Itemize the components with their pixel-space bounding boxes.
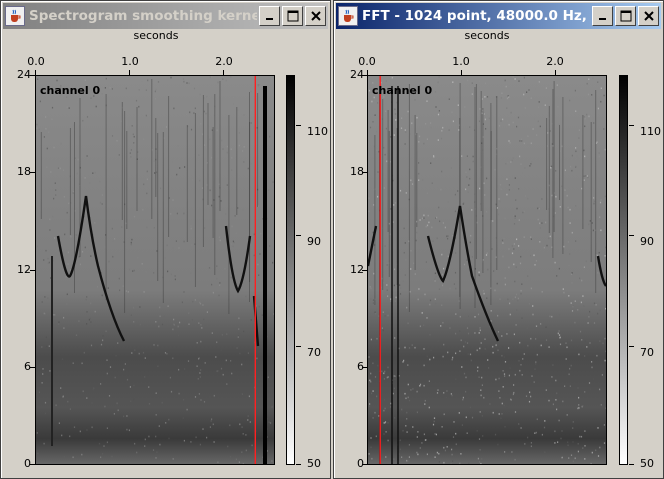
minimize-button[interactable] (259, 6, 280, 26)
java-cup-icon[interactable] (5, 6, 25, 26)
y-tick-mark (362, 367, 367, 368)
close-icon (310, 11, 321, 21)
y-tick-mark (30, 75, 35, 76)
close-button[interactable] (305, 6, 326, 26)
colorbar (619, 75, 628, 465)
x-tick-mark (35, 70, 36, 75)
title-bar[interactable]: FFT - 1024 point, 48000.0 Hz, ... (336, 3, 661, 29)
x-tick-label: 2.0 (546, 55, 564, 68)
x-tick-label: 1.0 (452, 55, 470, 68)
y-tick-mark (30, 172, 35, 173)
colorbar-tick-mark (629, 346, 634, 347)
channel-label: channel 0 (372, 84, 433, 97)
x-tick-mark (461, 70, 462, 75)
x-tick-label: 2.0 (215, 55, 233, 68)
colorbar-tick-label: 70 (640, 346, 654, 359)
spectrogram-window-left[interactable]: Spectrogram smoothing kernel,... seconds… (0, 0, 331, 479)
minimize-icon (598, 18, 606, 20)
y-tick-label: 0 (357, 457, 364, 470)
y-tick-mark (362, 172, 367, 173)
colorbar-tick-mark (629, 125, 634, 126)
minimize-icon (265, 18, 273, 20)
x-tick-mark (129, 70, 130, 75)
spectrogram-plot[interactable]: channel 0 (367, 75, 607, 465)
y-tick-label: 12 (350, 263, 364, 276)
colorbar-tick-label: 90 (640, 235, 654, 248)
maximize-icon (287, 10, 298, 22)
y-tick-mark (362, 464, 367, 465)
window-title: FFT - 1024 point, 48000.0 Hz, ... (362, 8, 590, 24)
colorbar-tick-mark (296, 125, 301, 126)
y-tick-label: 6 (357, 360, 364, 373)
window-title: Spectrogram smoothing kernel,... (29, 8, 257, 24)
maximize-button[interactable] (282, 6, 303, 26)
close-icon (643, 11, 654, 21)
y-tick-label: 6 (24, 360, 31, 373)
x-tick-mark (555, 70, 556, 75)
title-bar[interactable]: Spectrogram smoothing kernel,... (3, 3, 328, 29)
close-button[interactable] (638, 6, 659, 26)
channel-label: channel 0 (40, 84, 101, 97)
colorbar-tick-mark (296, 235, 301, 236)
colorbar-tick-mark (296, 346, 301, 347)
colorbar-tick-mark (296, 464, 301, 465)
x-tick-label: 0.0 (358, 55, 376, 68)
x-tick-label: 1.0 (121, 55, 139, 68)
x-axis-title: seconds (464, 29, 510, 42)
y-tick-mark (30, 270, 35, 271)
minimize-button[interactable] (592, 6, 613, 26)
y-tick-label: 24 (17, 68, 31, 81)
java-cup-icon[interactable] (338, 6, 358, 26)
spectrogram-image (36, 76, 274, 464)
spectrogram-window-right[interactable]: FFT - 1024 point, 48000.0 Hz, ... second… (333, 0, 664, 479)
colorbar-tick-label: 110 (640, 125, 661, 138)
colorbar-tick-label: 50 (640, 457, 654, 470)
x-tick-mark (367, 70, 368, 75)
y-tick-label: 0 (24, 457, 31, 470)
colorbar-tick-mark (629, 235, 634, 236)
y-tick-mark (30, 464, 35, 465)
x-tick-mark (223, 70, 224, 75)
x-tick-label: 0.0 (27, 55, 45, 68)
y-tick-mark (30, 367, 35, 368)
y-tick-label: 18 (17, 165, 31, 178)
x-axis-title: seconds (133, 29, 179, 42)
y-tick-label: 24 (350, 68, 364, 81)
maximize-icon (620, 10, 631, 22)
y-tick-label: 12 (17, 263, 31, 276)
y-tick-mark (362, 270, 367, 271)
spectrogram-image (368, 76, 606, 464)
spectrogram-plot[interactable]: channel 0 (35, 75, 275, 465)
spectrogram-background (368, 76, 606, 464)
y-tick-label: 18 (350, 165, 364, 178)
colorbar (286, 75, 295, 465)
colorbar-tick-mark (629, 464, 634, 465)
y-tick-mark (362, 75, 367, 76)
maximize-button[interactable] (615, 6, 636, 26)
